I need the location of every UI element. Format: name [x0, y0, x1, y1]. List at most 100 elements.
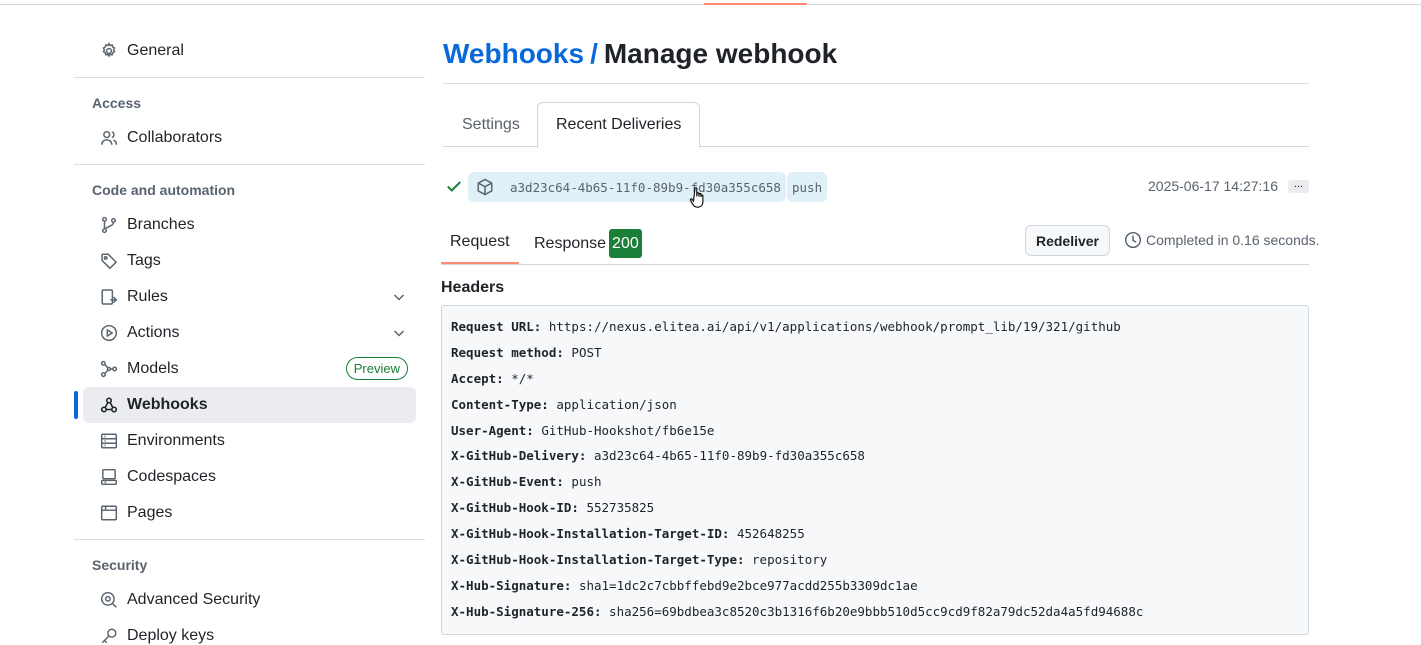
sidebar-item-label: Collaborators — [127, 129, 222, 147]
models-icon — [100, 360, 118, 378]
sidebar-item-label: Codespaces — [127, 468, 216, 486]
header-key: X-Hub-Signature-256: — [451, 604, 602, 619]
tab-settings[interactable]: Settings — [444, 102, 538, 147]
sidebar-item-branches[interactable]: Branches — [83, 207, 416, 243]
sidebar-item-collaborators[interactable]: Collaborators — [83, 120, 416, 156]
header-line: X-GitHub-Hook-Installation-Target-Type: … — [451, 551, 1299, 577]
header-value: GitHub-Hookshot/fb6e15e — [541, 423, 714, 438]
header-key: Request URL: — [451, 319, 541, 334]
header-value: 552735825 — [586, 500, 654, 515]
sidebar-item-actions[interactable]: Actions — [83, 315, 416, 351]
header-value: application/json — [556, 397, 676, 412]
active-indicator — [74, 391, 78, 419]
header-value: POST — [571, 345, 601, 360]
header-key: X-GitHub-Delivery: — [451, 448, 586, 463]
delivery-guid-button[interactable]: a3d23c64-4b65-11f0-89b9-fd30a355c658 — [468, 172, 786, 202]
sidebar-item-models[interactable]: Models Preview — [83, 351, 416, 387]
sidebar-item-label: Webhooks — [127, 396, 208, 414]
sidebar-item-pages[interactable]: Pages — [83, 495, 416, 531]
breadcrumb-webhooks-link[interactable]: Webhooks — [443, 38, 584, 69]
webhook-icon — [100, 396, 118, 414]
headers-heading: Headers — [441, 279, 504, 297]
package-icon — [476, 178, 494, 196]
page-title-text: Manage webhook — [604, 38, 837, 69]
chevron-down-icon[interactable] — [391, 289, 407, 305]
gear-icon — [100, 42, 118, 60]
chevron-down-icon[interactable] — [391, 325, 407, 341]
delivery-row[interactable]: a3d23c64-4b65-11f0-89b9-fd30a355c658 pus… — [441, 171, 1309, 203]
header-key: Request method: — [451, 345, 564, 360]
hand-cursor-icon — [689, 186, 707, 210]
header-lines: Request URL: https://nexus.elitea.ai/api… — [451, 318, 1299, 629]
sidebar-item-label: Rules — [127, 288, 168, 306]
header-value: a3d23c64-4b65-11f0-89b9-fd30a355c658 — [594, 448, 865, 463]
breadcrumb-separator: / — [590, 38, 598, 69]
header-line: Request method: POST — [451, 344, 1299, 370]
header-value: https://nexus.elitea.ai/api/v1/applicati… — [549, 319, 1121, 334]
header-value: sha256=69bdbea3c8520c3b1316f6b20e9bbb510… — [609, 604, 1143, 619]
more-options-button[interactable]: ... — [1288, 180, 1309, 193]
webhook-tabs: Settings Recent Deliveries — [443, 102, 1309, 147]
tab-recent-deliveries[interactable]: Recent Deliveries — [537, 102, 700, 148]
tab-response-label: Response — [534, 235, 606, 253]
header-key: Accept: — [451, 371, 504, 386]
sidebar-divider — [74, 164, 425, 165]
header-value: push — [571, 474, 601, 489]
redeliver-button[interactable]: Redeliver — [1025, 225, 1110, 256]
header-line: X-Hub-Signature: sha1=1dc2c7cbbffebd9e2b… — [451, 577, 1299, 603]
sidebar-heading-code-automation: Code and automation — [74, 173, 425, 207]
sidebar-heading-security: Security — [74, 548, 425, 582]
header-value: */* — [511, 371, 534, 386]
sidebar-item-advanced-security[interactable]: Advanced Security — [83, 582, 416, 618]
header-key: X-GitHub-Hook-Installation-Target-Type: — [451, 552, 745, 567]
header-line: User-Agent: GitHub-Hookshot/fb6e15e — [451, 422, 1299, 448]
event-badge: push — [787, 172, 827, 202]
sidebar-item-label: Tags — [127, 252, 161, 270]
header-line: Request URL: https://nexus.elitea.ai/api… — [451, 318, 1299, 344]
header-line: X-Hub-Signature-256: sha256=69bdbea3c852… — [451, 603, 1299, 629]
header-line: X-GitHub-Hook-Installation-Target-ID: 45… — [451, 525, 1299, 551]
sidebar-item-deploy-keys[interactable]: Deploy keys — [83, 618, 416, 645]
sidebar-item-general[interactable]: General — [83, 33, 416, 69]
tab-response[interactable]: Response 200 — [534, 222, 642, 265]
clock-icon — [1124, 231, 1142, 249]
rules-icon — [100, 288, 118, 306]
sidebar-item-label: Models — [127, 360, 179, 378]
header-key: User-Agent: — [451, 423, 534, 438]
header-line: Content-Type: application/json — [451, 396, 1299, 422]
sidebar-item-environments[interactable]: Environments — [83, 423, 416, 459]
sidebar-item-label: Actions — [127, 324, 179, 342]
sidebar-item-label: Pages — [127, 504, 172, 522]
people-icon — [100, 129, 118, 147]
tab-request[interactable]: Request — [441, 222, 519, 264]
header-line: X-GitHub-Event: push — [451, 473, 1299, 499]
sidebar-item-webhooks[interactable]: Webhooks — [83, 387, 416, 423]
preview-badge: Preview — [346, 357, 408, 380]
topbar-active-indicator — [704, 3, 807, 5]
sidebar-divider — [74, 539, 425, 540]
tag-icon — [100, 252, 118, 270]
delivery-detail-tabs: Request Response 200 Redeliver Completed… — [441, 222, 1309, 265]
sidebar-divider — [74, 77, 425, 78]
headers-panel: Request URL: https://nexus.elitea.ai/api… — [441, 305, 1309, 635]
sidebar-item-codespaces[interactable]: Codespaces — [83, 459, 416, 495]
header-key: X-GitHub-Hook-Installation-Target-ID: — [451, 526, 729, 541]
check-icon — [445, 177, 463, 195]
header-key: X-GitHub-Event: — [451, 474, 564, 489]
sidebar-item-label: Advanced Security — [127, 591, 260, 609]
header-line: X-GitHub-Delivery: a3d23c64-4b65-11f0-89… — [451, 447, 1299, 473]
completion-text: Completed in 0.16 seconds. — [1146, 232, 1320, 248]
sidebar-item-label: Environments — [127, 432, 225, 450]
sidebar-item-rules[interactable]: Rules — [83, 279, 416, 315]
server-icon — [100, 432, 118, 450]
delivery-guid: a3d23c64-4b65-11f0-89b9-fd30a355c658 — [510, 180, 781, 195]
sidebar-item-tags[interactable]: Tags — [83, 243, 416, 279]
page-title: Webhooks/Manage webhook — [443, 38, 837, 70]
header-value: repository — [752, 552, 827, 567]
header-key: Content-Type: — [451, 397, 549, 412]
header-value: 452648255 — [737, 526, 805, 541]
shield-search-icon — [100, 591, 118, 609]
header-value: sha1=1dc2c7cbbffebd9e2bce977acdd255b3309… — [579, 578, 918, 593]
git-branch-icon — [100, 216, 118, 234]
header-key: X-GitHub-Hook-ID: — [451, 500, 579, 515]
